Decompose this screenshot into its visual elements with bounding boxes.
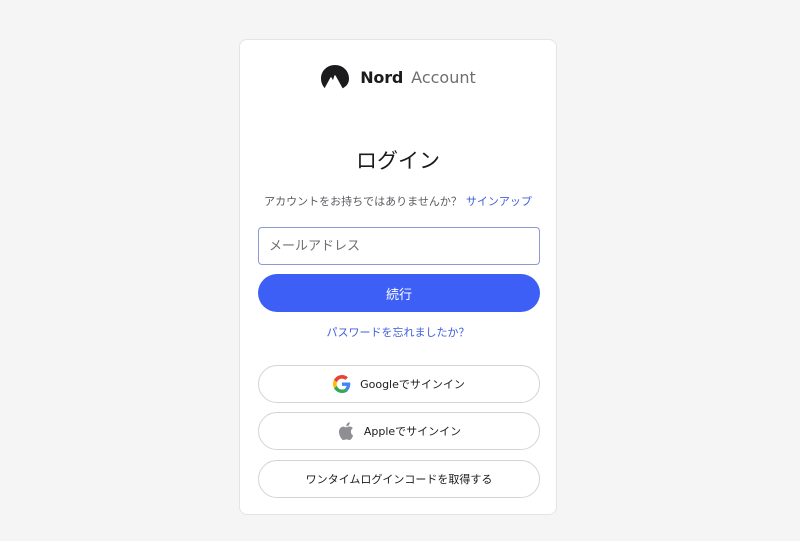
brand-name: Nord [360,67,404,87]
page-title: ログイン [356,149,440,173]
nord-logo-icon [321,65,350,89]
forgot-password-link[interactable]: パスワードを忘れましたか？ [327,326,470,339]
signup-prompt: アカウントをお持ちではありませんか？ サインアップ [240,193,556,209]
forgot-password-row: パスワードを忘れましたか？ [240,324,556,340]
apple-signin-button[interactable]: Appleでサインイン [258,412,540,450]
brand-sub: Account [411,67,476,87]
login-card: Nord Account ログイン アカウントをお持ちではありませんか？ サインア… [239,39,557,515]
apple-signin-label: Appleでサインイン [363,425,462,438]
google-icon [333,375,351,393]
google-signin-label: Googleでサインイン [360,378,465,391]
apple-icon [337,422,355,440]
one-time-code-button[interactable]: ワンタイムログインコードを取得する [258,460,540,498]
no-account-text: アカウントをお持ちではありませんか？ [264,195,462,208]
continue-button[interactable]: 続行 [258,274,540,312]
google-signin-button[interactable]: Googleでサインイン [258,365,540,403]
email-field[interactable] [258,227,540,265]
signup-link[interactable]: サインアップ [466,195,532,208]
brand-header: Nord Account [240,64,556,90]
